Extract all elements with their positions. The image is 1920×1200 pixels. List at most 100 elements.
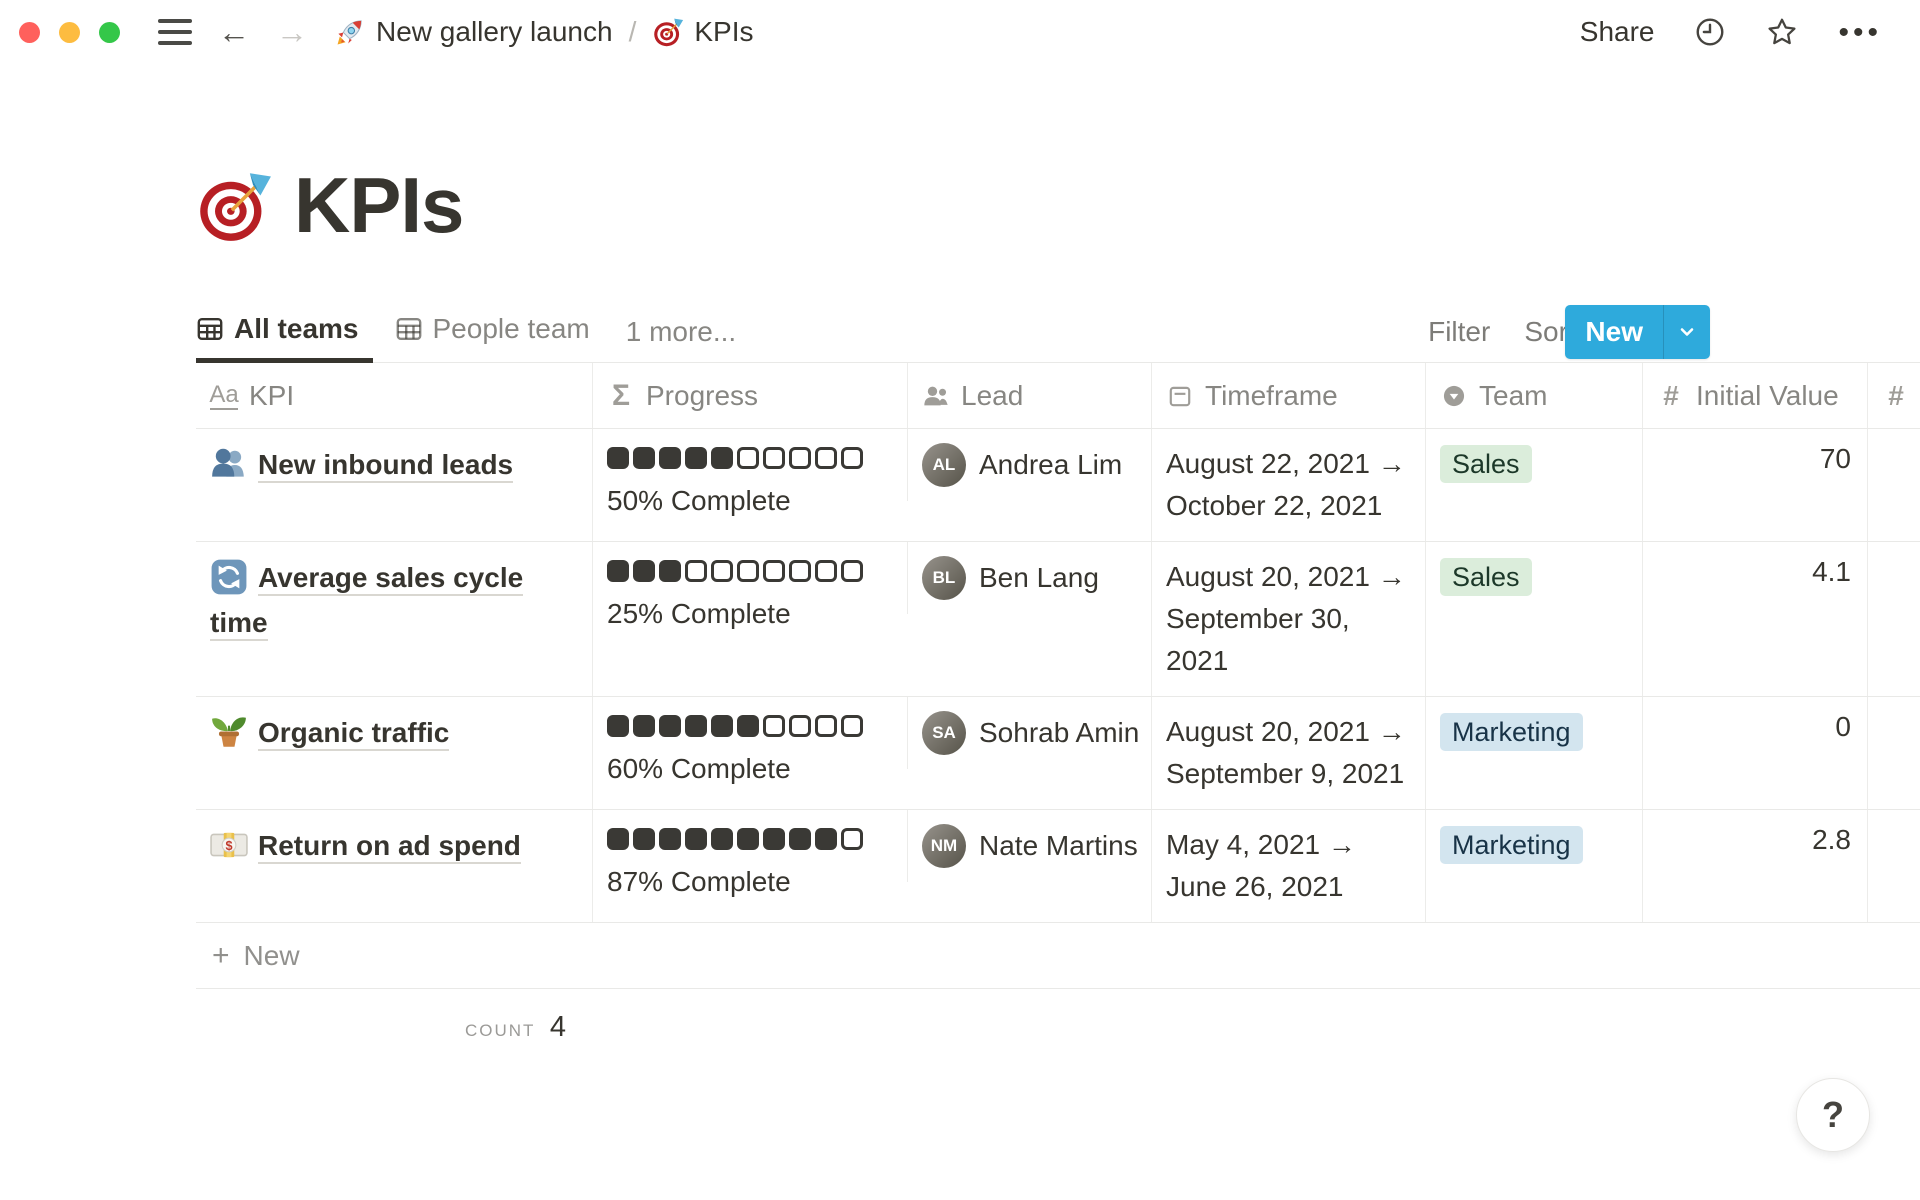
cutoff-cell[interactable] [1867,810,1920,922]
avatar: SA [922,711,966,755]
tab-people-team[interactable]: People team [395,301,604,363]
table-row: New inbound leads 50% Complete AL Andrea… [196,429,1920,542]
clock-updates-icon[interactable] [1694,16,1726,48]
kpi-cell[interactable]: $ Return on ad spend [196,810,592,922]
lead-cell[interactable]: AL Andrea Lim [907,429,1151,501]
column-header-timeframe[interactable]: Timeframe [1151,363,1425,428]
timeframe-cell[interactable]: August 20, 2021 → September 9, 2021 [1151,697,1425,809]
column-header-progress[interactable]: Σ Progress [592,363,907,428]
progress-squares [607,715,893,737]
count-label: COUNT [465,1021,535,1040]
new-button-dropdown[interactable] [1663,305,1710,359]
lead-cell[interactable]: BL Ben Lang [907,542,1151,614]
tab-label: People team [433,313,590,345]
avatar: BL [922,556,966,600]
svg-text:$: $ [225,839,232,853]
team-tag[interactable]: Sales [1440,558,1532,596]
close-window-button[interactable] [19,22,40,43]
help-button[interactable]: ? [1796,1078,1870,1152]
count-row[interactable]: COUNT 4 [196,989,592,1044]
progress-squares [607,828,893,850]
kpi-table: Aa KPI Σ Progress Lead Timeframe [196,363,1920,1044]
progress-cell[interactable]: 60% Complete [592,697,907,809]
kpi-cell[interactable]: New inbound leads [196,429,592,541]
initial-value-cell[interactable]: 4.1 [1642,542,1867,696]
timeframe-cell[interactable]: August 20, 2021 → September 30, 2021 [1151,542,1425,696]
add-row-label: New [244,940,300,972]
team-cell[interactable]: Marketing [1425,810,1642,922]
progress-cell[interactable]: 87% Complete [592,810,907,922]
kpi-page-link[interactable]: Organic traffic [258,717,449,751]
kpi-page-link[interactable]: New inbound leads [258,449,513,483]
breadcrumb-current-label: KPIs [694,16,753,48]
kpi-cell[interactable]: Organic traffic [196,697,592,809]
arrows-cycle-icon [210,558,248,596]
sidebar-menu-icon[interactable] [158,19,192,45]
lead-name: Ben Lang [979,562,1099,594]
tab-label: All teams [234,313,359,345]
progress-squares [607,560,893,582]
team-cell[interactable]: Sales [1425,542,1642,696]
more-views-button[interactable]: 1 more... [626,316,736,348]
column-header-team[interactable]: Team [1425,363,1642,428]
team-tag[interactable]: Marketing [1440,826,1583,864]
progress-label: 50% Complete [607,485,893,517]
busts-in-silhouette-icon [210,445,248,483]
lead-name: Andrea Lim [979,449,1122,481]
kpi-cell[interactable]: Average sales cycle time [196,542,592,696]
cutoff-cell[interactable] [1867,542,1920,696]
lead-cell[interactable]: NM Nate Martins [907,810,1151,882]
zoom-window-button[interactable] [99,22,120,43]
lead-name: Nate Martins [979,830,1138,862]
kpi-page-link[interactable]: Average sales cycle time [210,562,523,641]
breadcrumb-root-label: New gallery launch [376,16,613,48]
cutoff-cell[interactable] [1867,697,1920,809]
add-row-button[interactable]: + New [196,923,1920,989]
breadcrumb: New gallery launch / KPIs [334,16,754,48]
initial-value-cell[interactable]: 0 [1642,697,1867,809]
minimize-window-button[interactable] [59,22,80,43]
table-row: $ Return on ad spend 87% Complete NM Nat… [196,810,1920,923]
target-icon [652,16,684,48]
progress-squares [607,447,893,469]
team-tag[interactable]: Sales [1440,445,1532,483]
more-options-icon[interactable]: ••• [1838,25,1882,40]
initial-value-cell[interactable]: 70 [1642,429,1867,541]
column-header-kpi[interactable]: Aa KPI [196,363,592,428]
column-header-initial-value[interactable]: # Initial Value [1642,363,1867,428]
table-view-icon [196,315,224,343]
share-button[interactable]: Share [1580,16,1655,48]
breadcrumb-root[interactable]: New gallery launch [334,16,613,48]
forward-arrow-icon[interactable]: → [276,16,308,48]
new-record-button[interactable]: New [1565,305,1710,359]
plus-icon: + [212,941,230,971]
team-tag[interactable]: Marketing [1440,713,1583,751]
kpi-page-link[interactable]: Return on ad spend [258,830,521,864]
initial-value-cell[interactable]: 2.8 [1642,810,1867,922]
breadcrumb-current[interactable]: KPIs [652,16,753,48]
page-target-icon[interactable] [196,168,272,244]
tab-all-teams[interactable]: All teams [196,301,373,363]
page-title[interactable]: KPIs [294,160,463,251]
progress-cell[interactable]: 25% Complete [592,542,907,696]
progress-label: 25% Complete [607,598,893,630]
filter-button[interactable]: Filter [1428,316,1490,348]
title-icon: Aa [210,382,238,410]
page-header: KPIs [0,64,1920,251]
new-button-label[interactable]: New [1565,316,1663,348]
column-header-cutoff[interactable]: # [1867,363,1920,428]
progress-cell[interactable]: 50% Complete [592,429,907,541]
star-favorite-icon[interactable] [1766,16,1798,48]
timeframe-cell[interactable]: May 4, 2021 → June 26, 2021 [1151,810,1425,922]
column-header-lead[interactable]: Lead [907,363,1151,428]
team-cell[interactable]: Marketing [1425,697,1642,809]
cutoff-cell[interactable] [1867,429,1920,541]
traffic-lights [19,22,120,43]
back-arrow-icon[interactable]: ← [218,16,250,48]
dollar-banknote-icon: $ [210,826,248,864]
lead-cell[interactable]: SA Sohrab Amin [907,697,1151,769]
team-cell[interactable]: Sales [1425,429,1642,541]
timeframe-cell[interactable]: August 22, 2021 → October 22, 2021 [1151,429,1425,541]
calendar-icon [1166,382,1194,410]
breadcrumb-separator: / [629,16,637,48]
